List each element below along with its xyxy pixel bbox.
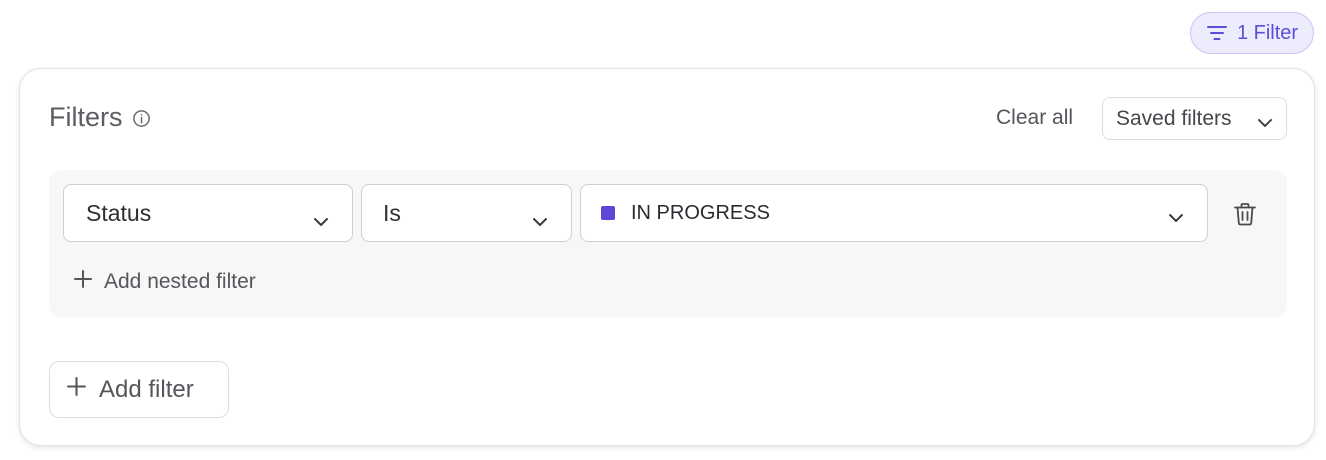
chevron-down-icon — [312, 207, 330, 234]
filter-operator-value: Is — [383, 199, 401, 226]
active-filters-label: 1 Filter — [1236, 21, 1299, 44]
filter-operator-select[interactable]: Is — [361, 184, 572, 242]
status-color-swatch — [601, 206, 615, 220]
chevron-down-icon — [1167, 207, 1185, 230]
chevron-down-icon — [1256, 111, 1274, 135]
panel-title: Filters — [49, 102, 123, 132]
active-filters-button[interactable]: 1 Filter — [1190, 12, 1314, 54]
plus-icon — [73, 269, 93, 295]
trash-icon[interactable] — [1232, 201, 1258, 227]
filter-value-select[interactable]: IN PROGRESS — [580, 184, 1208, 242]
filter-value-label: IN PROGRESS — [631, 201, 770, 224]
filter-field-value: Status — [86, 199, 152, 226]
filter-group: Status Is IN PROGRESS Add nested filter — [49, 170, 1287, 317]
add-filter-label: Add filter — [99, 375, 194, 403]
clear-all-button[interactable]: Clear all — [996, 106, 1073, 130]
add-filter-button[interactable]: Add filter — [49, 361, 229, 418]
filter-icon — [1206, 24, 1228, 42]
filters-panel: Filters Clear all Saved filters Status I… — [19, 68, 1315, 446]
saved-filters-dropdown[interactable]: Saved filters — [1102, 97, 1287, 140]
filter-field-select[interactable]: Status — [63, 184, 353, 242]
chevron-down-icon — [531, 207, 549, 234]
panel-header: Filters — [49, 102, 151, 133]
saved-filters-label: Saved filters — [1116, 106, 1232, 130]
add-nested-filter-button[interactable]: Add nested filter — [73, 269, 256, 295]
plus-icon — [66, 376, 87, 404]
add-nested-filter-label: Add nested filter — [104, 270, 256, 293]
info-icon[interactable] — [132, 107, 151, 128]
